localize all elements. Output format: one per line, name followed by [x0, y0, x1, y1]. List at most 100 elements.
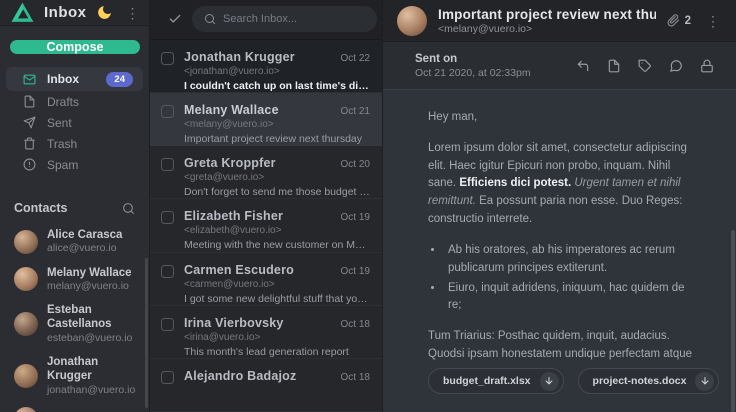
file-icon[interactable] [605, 57, 623, 75]
sidebar-item-inbox[interactable]: Inbox 24 [6, 67, 143, 91]
envelope-icon [23, 73, 36, 86]
message-checkbox[interactable] [161, 371, 174, 384]
message-checkbox[interactable] [161, 265, 174, 278]
attachment-count: 2 [685, 15, 691, 27]
sidebar: Inbox ⋮ Compose Inbox 24 Drafts Sent [0, 0, 150, 412]
contact-email: melany@vuero.io [47, 280, 132, 293]
message-email: <carmen@vuero.io> [184, 279, 370, 290]
paperclip-icon [667, 14, 680, 27]
reader-bottom-space [383, 394, 736, 412]
sidebar-nav: Inbox 24 Drafts Sent Trash Spam [0, 67, 149, 175]
attachments-row: budget_draft.xlsx project-notes.docx [383, 360, 736, 394]
contacts-title: Contacts [14, 201, 122, 215]
email-from-address: <melany@vuero.io> [438, 23, 656, 35]
message-email: <melany@vuero.io> [184, 119, 370, 130]
download-icon[interactable] [540, 372, 559, 391]
attachment-pill[interactable]: budget_draft.xlsx [428, 368, 564, 394]
sidebar-item-label: Drafts [47, 95, 79, 109]
contact-row[interactable]: Jonathan Krugger jonathan@vuero.io [0, 350, 149, 402]
message-date: Oct 19 [341, 266, 370, 277]
message-sender: Elizabeth Fisher [184, 209, 335, 223]
contact-name: Esteban Castellanos [47, 303, 135, 332]
trash-icon [23, 137, 36, 150]
sidebar-item-label: Trash [47, 137, 77, 151]
sidebar-item-spam[interactable]: Spam [6, 154, 143, 175]
message-list-header: ⋮ [150, 0, 382, 40]
reader-header: Important project review next thursday <… [383, 0, 736, 42]
reading-pane: Important project review next thursday <… [383, 0, 736, 412]
message-preview: I couldn't catch up on last time's dinne… [184, 80, 370, 92]
sidebar-menu-dots-icon[interactable]: ⋮ [122, 4, 144, 22]
message-checkbox[interactable] [161, 158, 174, 171]
sender-avatar [397, 6, 427, 36]
sidebar-item-sent[interactable]: Sent [6, 112, 143, 133]
avatar [14, 230, 38, 254]
avatar [14, 312, 38, 336]
email-body: Hey man, Lorem ipsum dolor sit amet, con… [383, 90, 736, 360]
sidebar-item-drafts[interactable]: Drafts [6, 91, 143, 112]
contacts-list: Alice Carasca alice@vuero.io Melany Wall… [0, 223, 149, 412]
select-all-check-icon[interactable] [168, 12, 182, 26]
search-input[interactable] [223, 13, 365, 25]
attachments-indicator[interactable]: 2 [667, 14, 691, 27]
message-checkbox[interactable] [161, 52, 174, 65]
message-checkbox[interactable] [161, 211, 174, 224]
email-paragraph: Tum Triarius: Posthac quidem, inquit, au… [428, 328, 698, 360]
message-row[interactable]: Carmen EscuderoOct 19 <carmen@vuero.io> … [150, 253, 382, 306]
body-text-bold: Efficiens dici potest. [459, 177, 571, 189]
avatar [14, 364, 38, 388]
download-icon[interactable] [695, 372, 714, 391]
contact-row[interactable]: Christie Dallas [0, 402, 149, 412]
message-sender: Carmen Escudero [184, 263, 335, 277]
message-sender: Alejandro Badajoz [184, 369, 335, 383]
contact-email: alice@vuero.io [47, 242, 122, 255]
contact-row[interactable]: Melany Wallace melany@vuero.io [0, 261, 149, 299]
send-icon [23, 116, 36, 129]
reader-menu-dots-icon[interactable]: ⋮ [702, 12, 724, 30]
message-email: <greta@vuero.io> [184, 172, 370, 183]
bullet-item: Ab his oratores, ab his imperatores ac r… [444, 242, 698, 278]
contact-row[interactable]: Alice Carasca alice@vuero.io [0, 223, 149, 261]
message-list-panel: ⋮ Jonathan KruggerOct 22 <jonathan@vuero… [150, 0, 383, 412]
contact-email: esteban@vuero.io [47, 332, 135, 345]
message-preview: Don't forget to send me those budget not… [184, 186, 370, 198]
dark-mode-moon-icon[interactable] [96, 4, 113, 21]
message-checkbox[interactable] [161, 318, 174, 331]
avatar [14, 267, 38, 291]
sidebar-item-trash[interactable]: Trash [6, 133, 143, 154]
email-subject: Important project review next thursday [438, 7, 656, 22]
chat-icon[interactable] [667, 57, 685, 75]
mail-app: Inbox ⋮ Compose Inbox 24 Drafts Sent [0, 0, 736, 412]
sidebar-scrollbar[interactable] [145, 258, 148, 408]
message-email: <jonathan@vuero.io> [184, 66, 370, 77]
contacts-search-icon[interactable] [122, 202, 135, 215]
app-logo-icon [10, 0, 35, 25]
contact-name: Melany Wallace [47, 266, 132, 280]
contact-name: Alice Carasca [47, 228, 122, 242]
sidebar-item-label: Sent [47, 116, 72, 130]
email-greeting: Hey man, [428, 109, 698, 127]
compose-button[interactable]: Compose [10, 40, 140, 54]
message-preview: I got some new delightful stuff that you… [184, 293, 370, 305]
message-row[interactable]: Melany WallaceOct 21 <melany@vuero.io> I… [150, 93, 382, 146]
message-date: Oct 19 [341, 212, 370, 223]
avatar [14, 407, 38, 412]
message-row[interactable]: Greta Kroppfer Oct 20 <greta@vuero.io> Do… [150, 146, 382, 199]
lock-icon[interactable] [698, 57, 716, 75]
alert-circle-icon [23, 158, 36, 171]
sent-date: Oct 21 2020, at 02:33pm [415, 67, 531, 79]
tag-icon[interactable] [636, 57, 654, 75]
message-row[interactable]: Jonathan KruggerOct 22 <jonathan@vuero.i… [150, 40, 382, 93]
contact-row[interactable]: Esteban Castellanos esteban@vuero.io [0, 298, 149, 350]
message-sender: Greta Kroppfer [184, 156, 335, 170]
reader-scrollbar[interactable] [731, 230, 735, 412]
reply-icon[interactable] [574, 57, 592, 75]
message-date: Oct 20 [341, 159, 370, 170]
message-row[interactable]: Irina VierbovskyOct 18 <irina@vuero.io> … [150, 306, 382, 359]
message-checkbox[interactable] [161, 105, 174, 118]
message-row[interactable]: Elizabeth FisherOct 19 <elizabeth@vuero.… [150, 199, 382, 252]
message-date: Oct 21 [341, 106, 370, 117]
message-row[interactable]: Alejandro BadajozOct 18 [150, 359, 382, 412]
attachment-pill[interactable]: project-notes.docx [578, 368, 720, 394]
sidebar-header: Inbox ⋮ [0, 0, 149, 26]
